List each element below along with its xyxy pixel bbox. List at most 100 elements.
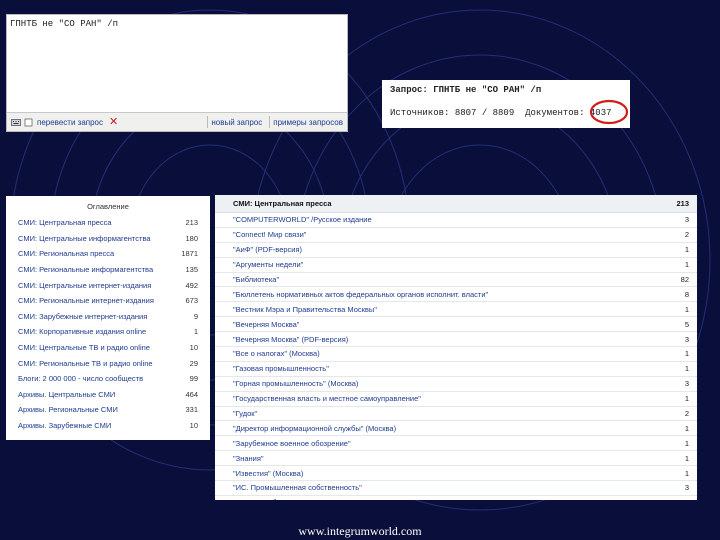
document-title[interactable]: "Все о налогах" (Москва) bbox=[233, 349, 320, 358]
document-title[interactable]: "Бюллетень нормативных актов федеральных… bbox=[233, 290, 488, 299]
source-row[interactable]: СМИ: Зарубежные интернет-издания 9 bbox=[6, 309, 210, 325]
document-title[interactable]: "Connect! Мир связи" bbox=[233, 230, 306, 239]
source-row[interactable]: СМИ: Корпоративные издания online 1 bbox=[6, 324, 210, 340]
source-row[interactable]: СМИ: Региональная пресса 1871 bbox=[6, 246, 210, 262]
source-label[interactable]: СМИ: Зарубежные интернет-издания bbox=[18, 312, 147, 321]
close-icon[interactable]: ✕ bbox=[109, 116, 118, 128]
source-row[interactable]: Архивы. Зарубежные СМИ 10 bbox=[6, 418, 210, 434]
document-row[interactable]: "ИС. Промышленная собственность" 3 bbox=[215, 481, 697, 496]
document-row[interactable]: "Вечерняя Москва" 5 bbox=[215, 317, 697, 333]
keyboard-icon[interactable] bbox=[11, 118, 21, 127]
document-title[interactable]: "COMPUTERWORLD" /Русское издание bbox=[233, 215, 372, 224]
source-row[interactable]: СМИ: Региональные интернет-издания 673 bbox=[6, 293, 210, 309]
query-editor[interactable]: ГПНТБ не "СО РАН" /п перевести запрос ✕ … bbox=[6, 14, 348, 132]
source-label[interactable]: Архивы. Региональные СМИ bbox=[18, 405, 118, 414]
source-label[interactable]: СМИ: Центральные интернет-издания bbox=[18, 281, 151, 290]
document-row[interactable]: "Все о налогах" (Москва) 1 bbox=[215, 347, 697, 362]
source-count: 135 bbox=[185, 265, 198, 275]
source-count: 331 bbox=[185, 405, 198, 415]
source-label[interactable]: СМИ: Региональные ТВ и радио online bbox=[18, 359, 153, 368]
result-counts: Источников: 8807 / 8809 Документов: 4037 bbox=[390, 108, 612, 118]
source-row[interactable]: СМИ: Центральные ТВ и радио online 10 bbox=[6, 340, 210, 356]
source-count: 99 bbox=[189, 374, 198, 384]
document-count: 82 bbox=[680, 275, 689, 284]
document-count: 1 bbox=[684, 468, 689, 478]
source-row[interactable]: СМИ: Центральные интернет-издания 492 bbox=[6, 277, 210, 293]
document-title[interactable]: "Книжное обозрение" bbox=[233, 498, 307, 500]
document-title[interactable]: "Гудок" bbox=[233, 409, 257, 418]
document-title[interactable]: "Горная промышленность" (Москва) bbox=[233, 379, 358, 388]
source-label[interactable]: Архивы. Центральные СМИ bbox=[18, 390, 115, 399]
source-row[interactable]: СМИ: Центральные информагентства 180 bbox=[6, 231, 210, 247]
document-row[interactable]: "Аргументы недели" 1 bbox=[215, 258, 697, 273]
source-label[interactable]: СМИ: Региональные интернет-издания bbox=[18, 296, 154, 305]
document-title[interactable]: "Зарубежное военное обозрение" bbox=[233, 439, 351, 448]
document-row[interactable]: "Горная промышленность" (Москва) 3 bbox=[215, 377, 697, 392]
document-title[interactable]: "АиФ" (PDF-версия) bbox=[233, 245, 302, 254]
document-title[interactable]: "Вестник Мэра и Правительства Москвы" bbox=[233, 305, 377, 314]
document-title[interactable]: "Аргументы недели" bbox=[233, 260, 303, 269]
document-row[interactable]: "Знания" 1 bbox=[215, 451, 697, 467]
document-row[interactable]: "Директор информационной службы" (Москва… bbox=[215, 421, 697, 437]
source-row[interactable]: СМИ: Региональные информагентства 135 bbox=[6, 262, 210, 278]
document-row[interactable]: "Вечерняя Москва" (PDF-версия) 3 bbox=[215, 332, 697, 348]
translate-query-link[interactable]: перевести запрос bbox=[37, 118, 103, 127]
document-row[interactable]: "Известия" (Москва) 1 bbox=[215, 466, 697, 482]
source-row[interactable]: СМИ: Региональные ТВ и радио online 29 bbox=[6, 355, 210, 371]
footer-url[interactable]: www.integrumworld.com bbox=[0, 524, 720, 539]
query-examples-link[interactable]: примеры запросов bbox=[273, 118, 343, 127]
document-title[interactable]: "Директор информационной службы" (Москва… bbox=[233, 424, 396, 433]
document-count: 2 bbox=[684, 230, 689, 240]
source-row[interactable]: Архивы. Центральные СМИ 464 bbox=[6, 387, 210, 403]
document-count: 1 bbox=[684, 423, 689, 433]
document-title[interactable]: "Государственная власть и местное самоуп… bbox=[233, 394, 421, 403]
document-row[interactable]: "Зарубежное военное обозрение" 1 bbox=[215, 436, 697, 452]
document-count: 1 bbox=[684, 453, 689, 463]
document-title[interactable]: "ИС. Промышленная собственность" bbox=[233, 483, 362, 492]
document-count: 8 bbox=[684, 289, 689, 299]
document-title[interactable]: "Газовая промышленность" bbox=[233, 364, 329, 373]
document-row[interactable]: "Государственная власть и местное самоуп… bbox=[215, 392, 697, 407]
source-label[interactable]: СМИ: Центральные информагентства bbox=[18, 234, 151, 243]
document-title[interactable]: "Знания" bbox=[233, 454, 264, 463]
source-label[interactable]: СМИ: Региональные информагентства bbox=[18, 265, 153, 274]
document-title[interactable]: "Вечерняя Москва" (PDF-версия) bbox=[233, 335, 348, 344]
document-title[interactable]: "Библиотека" bbox=[233, 275, 279, 284]
source-label[interactable]: СМИ: Корпоративные издания online bbox=[18, 327, 146, 336]
source-row[interactable]: Блоги: 2 000 000 - число сообществ 99 bbox=[6, 371, 210, 387]
query-text[interactable]: ГПНТБ не "СО РАН" /п bbox=[7, 15, 347, 33]
source-count: 673 bbox=[185, 296, 198, 306]
checkbox-icon[interactable] bbox=[24, 118, 34, 127]
document-row[interactable]: "Книжное обозрение" 8 bbox=[215, 496, 697, 500]
document-row[interactable]: "Connect! Мир связи" 2 bbox=[215, 228, 697, 243]
document-row[interactable]: "COMPUTERWORLD" /Русское издание 3 bbox=[215, 213, 697, 228]
highlight-circle bbox=[589, 99, 629, 125]
source-count: 213 bbox=[185, 218, 198, 228]
new-query-link[interactable]: новый запрос bbox=[211, 118, 262, 127]
source-label[interactable]: Архивы. Зарубежные СМИ bbox=[18, 421, 111, 430]
document-row[interactable]: "Библиотека" 82 bbox=[215, 273, 697, 288]
document-title[interactable]: "Известия" (Москва) bbox=[233, 469, 303, 478]
documents-header-count: 213 bbox=[676, 199, 689, 208]
document-row[interactable]: "Бюллетень нормативных актов федеральных… bbox=[215, 287, 697, 303]
document-row[interactable]: "Вестник Мэра и Правительства Москвы" 1 bbox=[215, 302, 697, 318]
sources-header: Оглавление bbox=[87, 202, 129, 211]
source-label[interactable]: Блоги: 2 000 000 - число сообществ bbox=[18, 374, 143, 383]
document-title[interactable]: "Вечерняя Москва" bbox=[233, 320, 299, 329]
source-label[interactable]: СМИ: Центральные ТВ и радио online bbox=[18, 343, 150, 352]
document-row[interactable]: "Газовая промышленность" 1 bbox=[215, 362, 697, 377]
document-row[interactable]: "Гудок" 2 bbox=[215, 407, 697, 422]
source-label[interactable]: СМИ: Региональная пресса bbox=[18, 249, 114, 258]
source-count: 9 bbox=[193, 311, 198, 321]
source-row[interactable]: Архивы. Региональные СМИ 331 bbox=[6, 402, 210, 418]
query-line: Запрос: ГПНТБ не "СО РАН" /п bbox=[390, 85, 542, 95]
source-label[interactable]: СМИ: Центральная пресса bbox=[18, 218, 112, 227]
document-count: 1 bbox=[684, 438, 689, 448]
source-row[interactable]: СМИ: Центральная пресса 213 bbox=[6, 215, 210, 231]
document-row[interactable]: "АиФ" (PDF-версия) 1 bbox=[215, 243, 697, 258]
document-count: 2 bbox=[684, 409, 689, 419]
document-count: 8 bbox=[669, 498, 689, 500]
source-count: 10 bbox=[189, 421, 198, 431]
source-count: 1871 bbox=[181, 249, 198, 259]
documents-list: "COMPUTERWORLD" /Русское издание 3 "Connec… bbox=[215, 213, 697, 500]
